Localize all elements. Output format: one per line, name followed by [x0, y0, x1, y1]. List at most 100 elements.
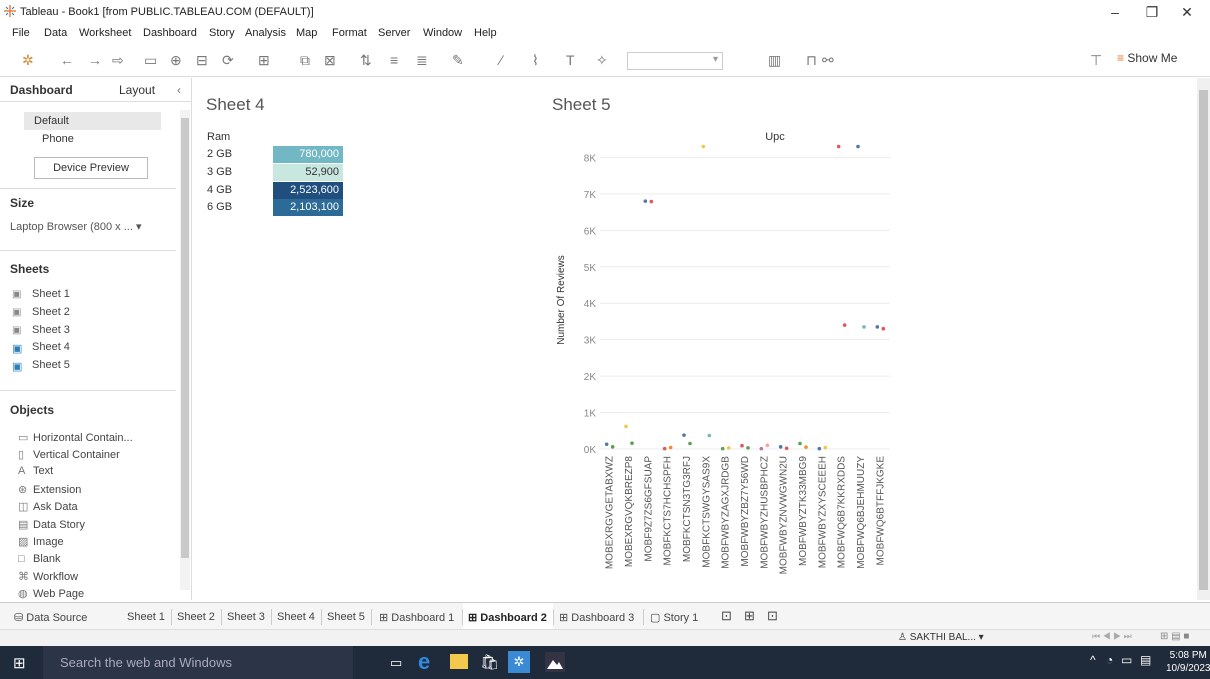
menu-dashboard[interactable]: Dashboard: [143, 27, 197, 39]
menu-help[interactable]: Help: [474, 27, 497, 39]
tab-data-source[interactable]: ⛁ Data Source: [14, 611, 87, 624]
refresh-icon[interactable]: ⟳: [222, 51, 234, 69]
taskbar-search[interactable]: Search the web and Windows: [43, 646, 353, 679]
collapse-panel-icon[interactable]: ‹: [177, 83, 181, 97]
sheet-list-item[interactable]: Sheet 3: [32, 324, 70, 336]
object-workflow[interactable]: ⌘ Workflow: [18, 570, 78, 583]
menu-worksheet[interactable]: Worksheet: [79, 27, 131, 39]
panel-scrollbar-thumb[interactable]: [181, 118, 189, 558]
tab-sheet-3[interactable]: Sheet 3: [227, 611, 265, 623]
sheet-list-item[interactable]: Sheet 2: [32, 306, 70, 318]
sheet-list-item[interactable]: Sheet 1: [32, 288, 70, 300]
clear-sheet-icon[interactable]: ⊠: [324, 51, 336, 69]
menu-map[interactable]: Map: [296, 27, 317, 39]
object-extension[interactable]: ⊛ Extension: [18, 483, 81, 496]
canvas-scrollbar-thumb[interactable]: [1199, 90, 1208, 590]
tableau-taskbar-icon[interactable]: ✲: [508, 651, 530, 673]
sheet-navigation-icon[interactable]: ⏮ ◀ ▶ ⏭: [1092, 631, 1132, 642]
canvas-scrollbar[interactable]: [1197, 78, 1210, 600]
size-dropdown[interactable]: Laptop Browser (800 x ... ▾: [10, 220, 142, 233]
group-icon[interactable]: ∕: [500, 51, 502, 69]
pin-icon[interactable]: ✧: [596, 51, 608, 69]
sort-descending-icon[interactable]: ≣: [416, 51, 428, 69]
menu-story[interactable]: Story: [209, 27, 235, 39]
windows-start-icon[interactable]: ⊞: [13, 654, 26, 672]
tray-chevron-icon[interactable]: ^: [1090, 653, 1096, 667]
tab-dashboard-2[interactable]: ⊞ Dashboard 2: [468, 611, 547, 624]
task-view-icon[interactable]: ▭: [390, 655, 410, 675]
notifications-icon[interactable]: ▤: [1140, 653, 1151, 667]
ram-value-cell[interactable]: 780,000: [273, 146, 343, 163]
store-icon[interactable]: 🛍: [480, 653, 500, 673]
object-ask-data[interactable]: ◫ Ask Data: [18, 500, 78, 513]
dashboard-pin-icon[interactable]: ⊤: [1090, 51, 1102, 69]
tab-layout[interactable]: Layout: [119, 83, 155, 97]
view-mode-icon[interactable]: ⊞ ▤ ■: [1160, 631, 1189, 642]
photos-icon[interactable]: [545, 652, 565, 672]
file-explorer-icon[interactable]: [450, 654, 468, 669]
sheet5-scatter-chart[interactable]: 0K 1K 2K 3K 4K 5K 6K 7K 8K Upc Number Of Reviews MO…: [550, 130, 895, 585]
new-worksheet-icon[interactable]: ⊡: [721, 608, 732, 624]
redo-icon[interactable]: →: [88, 51, 102, 69]
tab-sheet-4[interactable]: Sheet 4: [277, 611, 315, 623]
swap-icon[interactable]: ⇅: [360, 51, 372, 69]
object-image[interactable]: ▨ Image: [18, 535, 64, 548]
object-text[interactable]: A Text: [18, 465, 53, 477]
menu-format[interactable]: Format: [332, 27, 367, 39]
sheet-list-item[interactable]: Sheet 4: [32, 341, 70, 353]
fit-dropdown[interactable]: [627, 52, 723, 70]
new-story-icon[interactable]: ⊡: [767, 608, 778, 624]
labels-icon[interactable]: ⌇: [532, 51, 539, 69]
user-menu[interactable]: ♙ SAKTHI BAL... ▾: [898, 632, 984, 643]
text-format-icon[interactable]: T: [566, 51, 575, 69]
save-icon[interactable]: ▭: [144, 51, 157, 69]
device-layout-phone[interactable]: Phone: [42, 133, 74, 145]
object-data-story[interactable]: ▤ Data Story: [18, 518, 85, 531]
replay-icon[interactable]: ⇨: [112, 51, 124, 69]
tab-dashboard[interactable]: Dashboard: [10, 83, 73, 97]
ram-value-cell[interactable]: 2,103,100: [273, 199, 343, 216]
new-dashboard-icon[interactable]: ⊞: [744, 608, 755, 624]
menu-window[interactable]: Window: [423, 27, 462, 39]
minimize-button[interactable]: –: [1098, 2, 1132, 22]
new-data-source-icon[interactable]: ⊕: [170, 51, 182, 69]
menu-data[interactable]: Data: [44, 27, 67, 39]
panel-scrollbar[interactable]: [180, 110, 190, 590]
presentation-mode-icon[interactable]: ⊓: [806, 51, 817, 69]
tab-sheet-2[interactable]: Sheet 2: [177, 611, 215, 623]
edge-browser-icon[interactable]: e: [418, 649, 438, 674]
menu-server[interactable]: Server: [378, 27, 410, 39]
duplicate-icon[interactable]: ⧉: [300, 51, 310, 69]
tab-dashboard-1[interactable]: ⊞ Dashboard 1: [379, 611, 454, 624]
sort-ascending-icon[interactable]: ≡: [390, 51, 398, 69]
battery-icon[interactable]: ▭: [1121, 653, 1132, 667]
menu-file[interactable]: File: [12, 27, 30, 39]
new-worksheet-icon[interactable]: ⊞: [258, 51, 270, 69]
taskbar-clock[interactable]: 5:08 PM 10/9/2023: [1166, 649, 1210, 675]
undo-icon[interactable]: ←: [60, 51, 74, 69]
tab-sheet-5[interactable]: Sheet 5: [327, 611, 365, 623]
sheet-list-item[interactable]: Sheet 5: [32, 359, 70, 371]
object-horizontal-container[interactable]: ▭ Horizontal Contain...: [18, 431, 133, 444]
ram-value-cell[interactable]: 2,523,600: [273, 182, 343, 199]
tab-dashboard-3[interactable]: ⊞ Dashboard 3: [559, 611, 634, 624]
show-me-button[interactable]: ≡ Show Me: [1117, 51, 1177, 65]
data-point: [668, 445, 673, 450]
device-preview-button[interactable]: Device Preview: [34, 157, 148, 179]
wifi-icon[interactable]: ◔: [1106, 653, 1113, 667]
pause-updates-icon[interactable]: ⊟: [196, 51, 208, 69]
close-button[interactable]: ✕: [1170, 2, 1204, 22]
ram-value-cell[interactable]: 52,900: [273, 164, 343, 181]
share-icon[interactable]: ⚯: [822, 51, 834, 69]
object-vertical-container[interactable]: ▯ Vertical Container: [18, 448, 120, 461]
device-layout-default[interactable]: Default: [24, 112, 161, 130]
menu-analysis[interactable]: Analysis: [245, 27, 286, 39]
tab-story-1[interactable]: ▢ Story 1: [650, 611, 698, 624]
tab-sheet-1[interactable]: Sheet 1: [127, 611, 165, 623]
highlight-icon[interactable]: ✎: [452, 51, 464, 69]
maximize-button[interactable]: ❐: [1135, 2, 1169, 22]
tableau-home-icon[interactable]: ✲: [22, 51, 34, 69]
object-web-page[interactable]: ◍ Web Page: [18, 587, 84, 600]
show-cards-icon[interactable]: ▥: [768, 51, 781, 69]
object-blank[interactable]: □ Blank: [18, 553, 61, 565]
